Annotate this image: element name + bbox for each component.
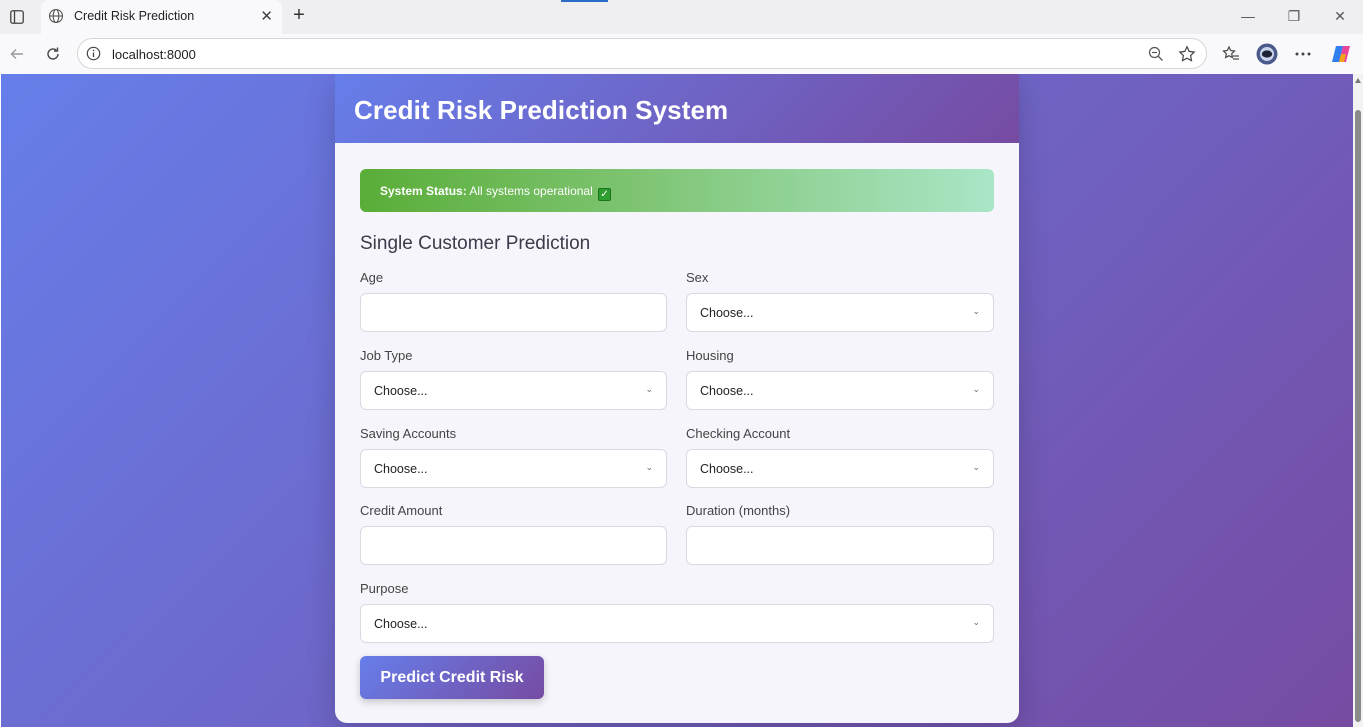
address-bar[interactable]: localhost:8000	[77, 38, 1207, 69]
close-window-button[interactable]: ✕	[1332, 8, 1348, 24]
chevron-down-icon: ⌄	[645, 384, 653, 394]
profile-avatar-icon[interactable]	[1256, 43, 1278, 65]
predict-credit-risk-button[interactable]: Predict Credit Risk	[360, 656, 544, 699]
age-input[interactable]	[360, 293, 667, 332]
chevron-down-icon: ⌄	[972, 384, 980, 394]
restore-button[interactable]: ❐	[1286, 8, 1302, 24]
purpose-select[interactable]: Choose... ⌄	[360, 604, 994, 643]
job-type-select-value: Choose...	[374, 384, 428, 398]
checking-account-select[interactable]: Choose... ⌄	[686, 449, 994, 488]
credit-amount-label: Credit Amount	[360, 503, 443, 518]
duration-label: Duration (months)	[686, 503, 791, 518]
favorite-star-icon[interactable]	[1178, 45, 1196, 68]
page-scrollbar[interactable]	[1353, 74, 1363, 727]
prediction-card: Credit Risk Prediction System System Sta…	[335, 74, 1019, 723]
chevron-down-icon: ⌄	[972, 617, 980, 627]
copilot-icon[interactable]	[1330, 43, 1352, 65]
chevron-down-icon: ⌄	[645, 462, 653, 472]
job-type-label: Job Type	[360, 348, 413, 363]
credit-amount-input[interactable]	[360, 526, 667, 565]
sex-select-value: Choose...	[700, 306, 754, 320]
new-tab-button[interactable]: +	[289, 5, 309, 26]
tab-title: Credit Risk Prediction	[74, 9, 195, 23]
chevron-down-icon: ⌄	[972, 306, 980, 316]
saving-accounts-label: Saving Accounts	[360, 426, 457, 441]
site-info-icon[interactable]	[86, 46, 101, 66]
refresh-button[interactable]	[42, 43, 64, 65]
housing-select[interactable]: Choose... ⌄	[686, 371, 994, 410]
status-text: All systems operational	[469, 184, 593, 198]
duration-input[interactable]	[686, 526, 994, 565]
sex-select[interactable]: Choose... ⌄	[686, 293, 994, 332]
job-type-select[interactable]: Choose... ⌄	[360, 371, 667, 410]
saving-accounts-select-value: Choose...	[374, 462, 428, 476]
checking-account-select-value: Choose...	[700, 462, 754, 476]
page-viewport: Credit Risk Prediction System System Sta…	[1, 74, 1353, 727]
section-title: Single Customer Prediction	[360, 233, 591, 254]
page-title: Credit Risk Prediction System	[354, 95, 729, 125]
drag-indicator	[561, 0, 608, 2]
favorites-icon[interactable]	[1220, 43, 1242, 65]
sex-label: Sex	[686, 270, 709, 285]
browser-toolbar: localhost:8000	[0, 34, 1363, 74]
scrollbar-thumb[interactable]	[1355, 110, 1361, 722]
chevron-down-icon: ⌄	[972, 462, 980, 472]
housing-label: Housing	[686, 348, 734, 363]
more-options-icon[interactable]	[1292, 43, 1314, 65]
card-header: Credit Risk Prediction System	[335, 74, 1019, 143]
globe-icon	[48, 8, 64, 29]
housing-select-value: Choose...	[700, 384, 754, 398]
url-text: localhost:8000	[112, 47, 196, 62]
tab-close-icon[interactable]: ✕	[260, 9, 273, 24]
minimize-button[interactable]: —	[1240, 8, 1256, 24]
purpose-label: Purpose	[360, 581, 409, 596]
system-status-banner: System Status: All systems operational ✓	[360, 169, 994, 212]
scroll-up-arrow-icon[interactable]	[1355, 78, 1361, 83]
browser-tab[interactable]: Credit Risk Prediction ✕	[41, 0, 282, 34]
saving-accounts-select[interactable]: Choose... ⌄	[360, 449, 667, 488]
purpose-select-value: Choose...	[374, 617, 428, 631]
checking-account-label: Checking Account	[686, 426, 791, 441]
back-button[interactable]	[6, 43, 28, 65]
status-label: System Status:	[380, 184, 467, 198]
age-label: Age	[360, 270, 384, 285]
browser-titlebar: Credit Risk Prediction ✕ + — ❐ ✕	[0, 0, 1363, 34]
tab-actions-icon[interactable]	[6, 6, 28, 28]
zoom-out-icon[interactable]	[1148, 46, 1164, 67]
checkmark-icon: ✓	[598, 188, 612, 201]
